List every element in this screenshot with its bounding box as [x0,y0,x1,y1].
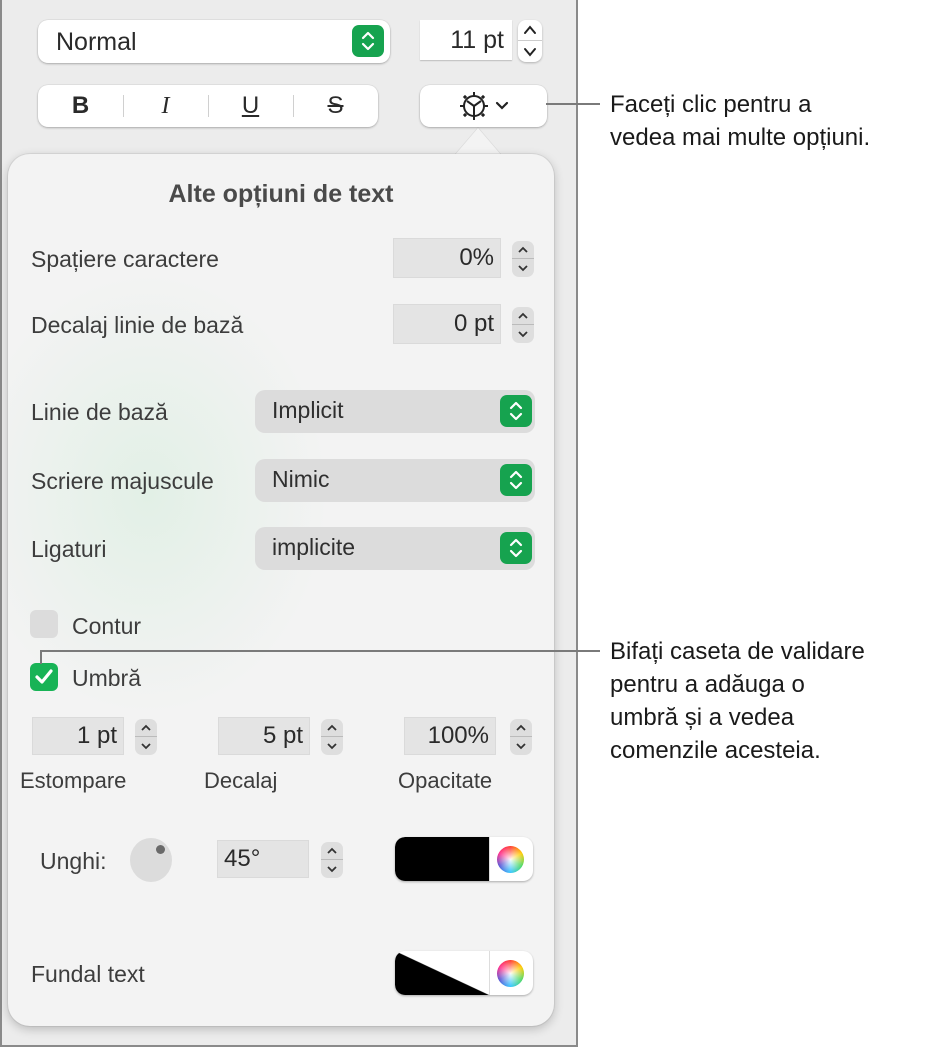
angle-stepper[interactable] [321,842,343,878]
italic-button[interactable]: I [123,85,208,127]
shadow-blur-field[interactable]: 1 pt [32,717,124,755]
callout-leader-tick [40,650,42,664]
callout-shadow-checkbox: Bifați caseta de validare pentru a adăug… [610,635,865,767]
color-wheel-icon[interactable] [497,846,524,873]
chevron-down-icon [327,866,337,873]
chevron-down-icon [327,743,337,750]
character-spacing-field[interactable]: 0% [393,238,501,278]
up-down-chevron-icon [500,532,532,564]
callout-more-options: Faceți clic pentru a vedea mai multe opț… [610,88,870,154]
gear-icon [459,92,488,120]
up-down-chevron-icon [352,25,384,57]
ligatures-select[interactable]: implicite [255,527,535,570]
up-down-chevron-icon [500,464,532,496]
up-down-chevron-icon [500,395,532,427]
baseline-select[interactable]: Implicit [255,390,535,433]
angle-field[interactable]: 45° [217,840,309,878]
shadow-blur-stepper[interactable] [135,719,157,755]
chevron-up-icon [327,847,337,854]
callout-text-line: umbră și a vedea [610,704,795,731]
checkmark-icon [35,669,53,684]
strikethrough-button[interactable]: S [293,85,378,127]
chevron-down-icon [518,265,528,272]
baseline-value: Implicit [272,397,344,423]
popover-title: Alte opțiuni de text [168,180,394,208]
format-sidebar: Normal 11 pt B I U S Alte opțiuni de tex… [0,0,578,1047]
text-format-group: B I U S [38,85,378,127]
outline-checkbox[interactable] [30,610,58,638]
text-background-color-well[interactable] [395,951,533,995]
shadow-checkbox[interactable] [30,663,58,691]
callout-text-line: Bifați caseta de validare [610,638,865,665]
character-spacing-stepper[interactable] [512,241,534,277]
chevron-down-icon [524,47,536,57]
more-text-options-popover: Alte opțiuni de text Spațiere caractere … [8,154,554,1026]
font-size-field[interactable]: 11 pt [420,20,512,60]
shadow-opacity-label: Opacitate [398,768,493,793]
chevron-up-icon [524,25,536,34]
callout-text-line: vedea mai multe opțiuni. [610,124,871,151]
shadow-blur-label: Estompare [20,768,127,793]
ligatures-value: implicite [272,534,356,560]
shadow-offset-label: Decalaj [204,768,278,793]
angle-dial-knob[interactable] [156,845,165,854]
font-size-value: 11 pt [450,26,504,54]
chevron-down-icon [495,101,508,110]
capitalization-select[interactable]: Nimic [255,459,535,502]
chevron-down-icon [516,743,526,750]
text-background-label: Fundal text [31,961,145,987]
chevron-up-icon [518,312,528,319]
chevron-down-icon [518,331,528,338]
capitalization-label: Scriere majuscule [31,468,214,494]
more-text-options-button[interactable] [420,85,547,127]
callout-text-line: pentru a adăuga o [610,671,805,698]
shadow-label: Umbră [72,665,142,691]
chevron-up-icon [327,724,337,731]
chevron-up-icon [141,724,151,731]
paragraph-style-select[interactable]: Normal [38,20,390,63]
chevron-up-icon [516,724,526,731]
shadow-color-swatch[interactable] [395,837,489,881]
callout-text-line: Faceți clic pentru a [610,91,812,118]
decrement-button[interactable] [518,41,542,62]
callout-leader-line [40,650,600,652]
angle-label: Unghi: [40,848,107,874]
no-color-swatch[interactable] [395,951,489,995]
shadow-opacity-stepper[interactable] [510,719,532,755]
baseline-shift-stepper[interactable] [512,307,534,343]
color-wheel-icon[interactable] [497,960,524,987]
shadow-offset-stepper[interactable] [321,719,343,755]
baseline-shift-label: Decalaj linie de bază [31,312,244,338]
shadow-opacity-field[interactable]: 100% [404,717,496,755]
chevron-down-icon [141,743,151,750]
capitalization-value: Nimic [272,466,330,492]
callout-text-line: comenzile acesteia. [610,737,821,764]
chevron-up-icon [518,246,528,253]
underline-button[interactable]: U [208,85,293,127]
bold-button[interactable]: B [38,85,123,127]
popover-arrow [454,128,502,156]
increment-button[interactable] [518,20,542,41]
baseline-shift-field[interactable]: 0 pt [393,304,501,344]
font-size-stepper[interactable] [518,20,542,62]
callout-leader-line [546,103,600,105]
character-spacing-label: Spațiere caractere [31,246,219,272]
shadow-offset-field[interactable]: 5 pt [218,717,310,755]
outline-label: Contur [72,613,142,639]
ligatures-label: Ligaturi [31,536,107,562]
shadow-color-well[interactable] [395,837,533,881]
paragraph-style-value: Normal [56,28,137,56]
angle-dial[interactable] [130,838,172,882]
baseline-label: Linie de bază [31,399,168,425]
